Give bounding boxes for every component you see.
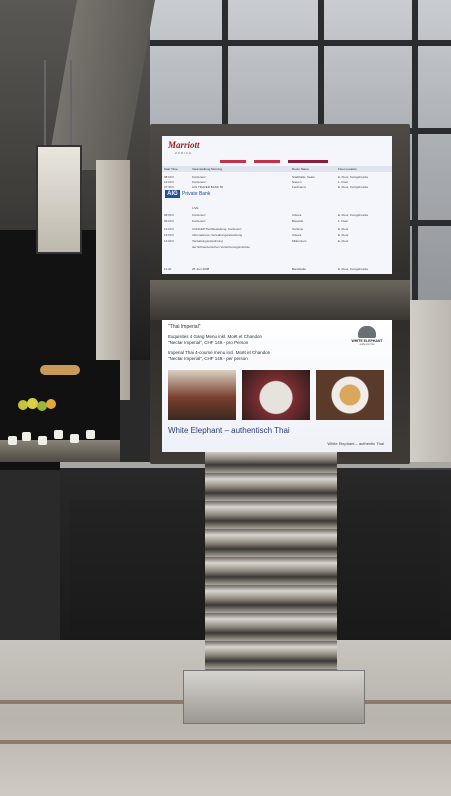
schedule-column-header: Start Time Veranstaltung Morning Room Na…: [162, 166, 392, 172]
cup: [54, 430, 63, 439]
hanging-wire: [70, 60, 72, 150]
restaurant-photo: [168, 370, 236, 420]
kiosk-pedestal: [205, 445, 337, 695]
cup: [70, 434, 79, 443]
row-room: Ferdinand: [292, 185, 306, 189]
row-location: 1. Floor: [338, 180, 349, 184]
cup: [22, 432, 31, 441]
schedule-footer: 11:20 25 Juni 2008 Bandstelle E. Floor, …: [162, 266, 392, 272]
schedule-row: der Schweizerischen Versicherungsinstitu…: [162, 245, 392, 251]
row-time: 13:00 h: [164, 180, 175, 184]
col-event: Veranstaltung Morning: [192, 167, 223, 171]
footer-date: 25 Juni 2008: [192, 267, 210, 271]
aig-private-bank: Private Bank: [182, 191, 211, 197]
buffet-table: [0, 440, 120, 462]
aig-logo: AIG: [165, 190, 180, 198]
row-time: 14:00 h: [164, 239, 175, 243]
bread-tray: [40, 365, 80, 375]
food-photo: [316, 370, 384, 420]
row-room: Millennium: [292, 239, 307, 243]
footer-room: Bandstelle: [292, 267, 307, 271]
cup: [8, 436, 17, 445]
fruit: [46, 399, 56, 409]
schedule-header: Marriott ZÜRICH: [162, 136, 392, 162]
row-location: E. Floor, Konigsbrucke: [338, 175, 369, 179]
lobby-photo: Marriott ZÜRICH Start Time Veranstaltung…: [0, 0, 451, 796]
promo-line-de-1: Exquisites 4 Gang Menu inkl. Moët et Cha…: [168, 334, 263, 339]
row-room: Clisora: [292, 233, 302, 237]
promo-line-en-1: Imperial Thai 4-course menu incl. Moët e…: [168, 350, 271, 355]
row-event: Informationen Verwaltungsratssitzung: [192, 233, 243, 237]
row-location: E. Floor, Konigsbrucke: [338, 213, 369, 217]
row-event: der Schweizerischen Versicherungsinstitu…: [192, 245, 250, 249]
col-location: Floor Location: [338, 167, 358, 171]
row-location: E. Floor: [338, 233, 349, 237]
logo-subtext: authentic thai: [359, 343, 375, 346]
promo-footer: White Elephant – authentic Thai: [327, 441, 384, 446]
kiosk-divider: [150, 280, 410, 320]
color-bar: [220, 160, 246, 163]
kiosk-base: [183, 670, 365, 724]
color-bar: [288, 160, 328, 163]
row-event: LIVE: [192, 206, 199, 210]
schedule-row: LIVE: [162, 206, 392, 212]
color-bar: [254, 160, 280, 163]
row-time: 09:00 h: [164, 219, 175, 223]
row-event: Konferenz: [192, 219, 206, 223]
cup: [86, 430, 95, 439]
floor-stripe: [0, 740, 451, 744]
row-room: Clisora: [292, 213, 302, 217]
hotel-logo: Marriott: [168, 140, 200, 150]
window-mullion: [412, 0, 418, 320]
hanging-sign: [36, 145, 82, 254]
row-event: Konferenz: [192, 180, 206, 184]
promo-tagline: White Elephant – authentisch Thai: [168, 426, 290, 435]
promo-line-en-2: "Nectar Imperial", CHF 149.- per person: [168, 356, 248, 361]
schedule-row: 09:00 h Konferenz Bisseldo 1. Floor: [162, 219, 392, 225]
col-time: Start Time: [164, 167, 178, 171]
elephant-icon: [358, 326, 376, 338]
row-event: AIG TRAVER BANK 56: [192, 185, 224, 189]
row-event: Konferenz: [192, 213, 206, 217]
row-room: Stadthalle, Seats: [292, 175, 315, 179]
row-location: E. Floor, Konigsbrucke: [338, 185, 369, 189]
restaurant-promo-screen: "Thai Imperial" Exquisites 4 Gang Menu i…: [162, 320, 392, 452]
row-time: 12:00 h: [164, 227, 175, 231]
row-room: Nieuen: [292, 180, 302, 184]
row-event: Verwaltungsratssitzung: [192, 239, 223, 243]
window-transom: [140, 40, 451, 46]
color-bars: [220, 160, 390, 163]
dish-photo: [242, 370, 310, 420]
row-time: 08:00 h: [164, 175, 175, 179]
row-location: E. Floor: [338, 227, 349, 231]
row-room: Bisseldo: [292, 219, 304, 223]
event-schedule-screen: Marriott ZÜRICH Start Time Veranstaltung…: [162, 136, 392, 274]
hanging-wire: [44, 60, 46, 150]
white-elephant-logo: WHITE ELEPHANT authentic thai: [350, 326, 384, 352]
row-room: Carlsruu: [292, 227, 304, 231]
row-event: Konferenz: [192, 175, 206, 179]
row-location: E. Floor: [338, 239, 349, 243]
row-event: CONCEP Tischbestellung, Konferenz: [192, 227, 242, 231]
footer-time: 11:20: [164, 267, 172, 271]
hotel-logo-sub: ZÜRICH: [175, 151, 193, 155]
row-time: 13:00 h: [164, 233, 175, 237]
promo-title: "Thai Imperial": [168, 324, 201, 330]
footer-location: E. Floor, Konigsbrucke: [338, 267, 369, 271]
promo-line-de-2: "Nectar Imperial", CHF 149.- pro Person: [168, 340, 249, 345]
col-room: Room Name: [292, 167, 309, 171]
row-location: 1. Floor: [338, 219, 349, 223]
row-time: 08:00 h: [164, 213, 175, 217]
cup: [38, 436, 47, 445]
row-time: 07:30 h: [164, 185, 175, 189]
